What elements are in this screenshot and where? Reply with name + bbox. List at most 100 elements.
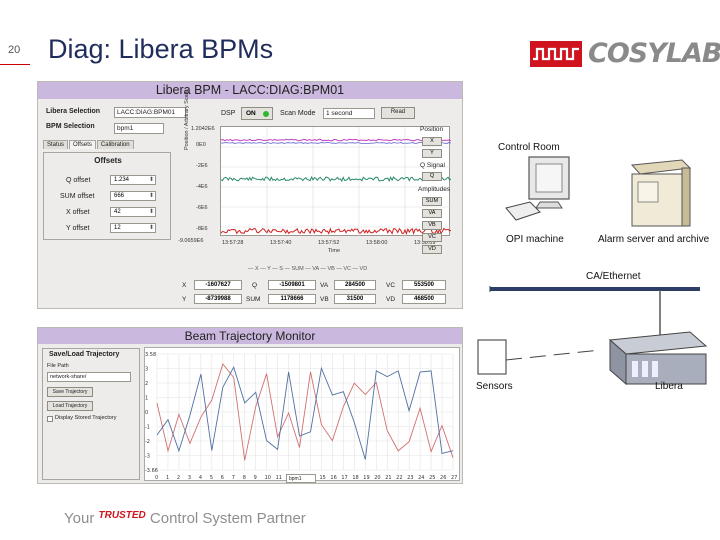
readout-label: VA <box>320 282 329 289</box>
x-offset-stepper[interactable]: 42 <box>110 207 156 217</box>
readout-label: Q <box>252 282 258 289</box>
trajectory-series-blue <box>156 366 454 460</box>
scan-mode-label: Scan Mode <box>280 110 316 117</box>
sum-offset-label: SUM offset <box>60 193 95 200</box>
bpm-plot-y-tick: 0E0 <box>196 142 206 148</box>
scan-mode-dropdown[interactable]: 1 second <box>323 108 375 119</box>
trajectory-y-tick: -2 <box>145 439 150 445</box>
bpm-plot-x-tick: 13:57:28 <box>222 240 244 246</box>
x-offset-label: X offset <box>66 209 90 216</box>
readout-vc: 553500 <box>402 280 446 290</box>
bpm-plot-y-axis-label: Position / Arbitrary Scale <box>184 90 190 150</box>
trajectory-y-tick: -3 <box>145 454 150 460</box>
tab-offsets[interactable]: Offsets <box>69 140 96 149</box>
save-load-title: Save/Load Trajectory <box>49 351 120 358</box>
amplitudes-label: Amplitudes <box>418 186 451 193</box>
display-stored-checkbox[interactable] <box>47 416 53 422</box>
bpm-plot-legend: — X — Y — S — SUM — VA — VB — VC — VD <box>248 266 368 272</box>
trajectory-x-tick: 7 <box>232 475 235 481</box>
bpm-plot-y-tick: -9.0659E6 <box>178 238 204 244</box>
trajectory-x-tick: 16 <box>330 475 336 481</box>
slide-title: Diag: Libera BPMs <box>48 34 274 64</box>
trajectory-x-tick: 25 <box>429 475 435 481</box>
read-button[interactable]: Read <box>381 107 415 119</box>
amplitude-vd-button[interactable]: VD <box>422 245 442 254</box>
trajectory-plot: 3.583210-1-2-3-3.66 01234567891011121314… <box>144 347 460 481</box>
bpm-selection-label: BPM Selection <box>46 123 95 130</box>
readout-vb: 31500 <box>334 294 376 304</box>
tagline-suffix: Control System Partner <box>149 510 306 527</box>
readout-label: VB <box>320 296 329 303</box>
bpm-plot-y-tick: 1.2042E6 <box>191 126 215 132</box>
readout-label: SUM <box>246 296 261 303</box>
trajectory-x-tick: 2 <box>177 475 180 481</box>
trajectory-x-tick: 1 <box>166 475 169 481</box>
libera-bpm-window: Libera BPM - LACC:DIAG:BPM01 Libera Sele… <box>37 81 463 309</box>
readout-label: VD <box>386 296 396 303</box>
tab-calibration[interactable]: Calibration <box>96 140 134 149</box>
trajectory-x-tick: 26 <box>440 475 446 481</box>
libera-bpm-titlebar: Libera BPM - LACC:DIAG:BPM01 <box>38 82 462 99</box>
position-x-button[interactable]: X <box>422 137 442 146</box>
series-red <box>220 226 452 235</box>
slide: 20 Diag: Libera BPMs COSYLAB Libera BPM … <box>0 0 720 540</box>
bpm-selection-dropdown[interactable]: bpm1 <box>114 123 164 134</box>
q-signal-label: Q Signal <box>420 162 445 169</box>
cosylab-logo: COSYLAB <box>530 38 720 69</box>
libera-selection-dropdown[interactable]: LACC:DIAG:BPM01 <box>114 107 186 118</box>
tab-status[interactable]: Status <box>43 140 69 149</box>
display-stored-label: Display Stored Trajectory <box>55 415 117 421</box>
trajectory-x-tick: 21 <box>385 475 391 481</box>
trajectory-y-tick: 1 <box>145 396 148 402</box>
q-signal-button[interactable]: Q <box>422 172 442 181</box>
load-trajectory-button[interactable]: Load Trajectory <box>47 401 93 411</box>
readout-label: Y <box>182 296 187 303</box>
save-trajectory-button[interactable]: Save Trajectory <box>47 387 93 397</box>
trajectory-x-tick: 18 <box>352 475 358 481</box>
amplitude-vb-button[interactable]: VB <box>422 221 442 230</box>
trajectory-x-tick: 22 <box>396 475 402 481</box>
trajectory-x-tick: 4 <box>199 475 202 481</box>
beam-trajectory-window: Beam Trajectory Monitor Save/Load Trajec… <box>37 327 463 484</box>
readout-va: 284500 <box>334 280 376 290</box>
y-offset-label: Y offset <box>66 225 90 232</box>
trajectory-x-tick: 17 <box>341 475 347 481</box>
position-y-button[interactable]: Y <box>422 149 442 158</box>
trajectory-x-tick: 20 <box>374 475 380 481</box>
tagline-prefix: Your <box>64 510 95 527</box>
readout-vd: 468500 <box>402 294 446 304</box>
bpm-plot-x-tick: 13:57:40 <box>270 240 292 246</box>
trajectory-x-tick: 0 <box>155 475 158 481</box>
libera-device-icon <box>608 331 708 386</box>
dsp-label: DSP <box>221 110 236 117</box>
amplitude-va-button[interactable]: VA <box>422 209 442 218</box>
q-offset-stepper[interactable]: 1.234 <box>110 175 156 185</box>
file-path-input[interactable]: network-share/ <box>47 372 131 382</box>
readout-y: -8739988 <box>194 294 242 304</box>
slide-number-underline <box>0 64 30 65</box>
y-offset-stepper[interactable]: 12 <box>110 223 156 233</box>
logo-mark-icon <box>530 40 582 67</box>
bpm-position-plot <box>220 126 452 237</box>
readout-q: -1509801 <box>268 280 316 290</box>
amplitude-vc-button[interactable]: VC <box>422 233 442 242</box>
trajectory-x-tick: 5 <box>210 475 213 481</box>
trajectory-x-tick: 6 <box>221 475 224 481</box>
trajectory-x-tick: 23 <box>407 475 413 481</box>
amplitude-sum-button[interactable]: SUM <box>422 197 442 206</box>
ca-ethernet-label: CA/Ethernet <box>586 271 641 282</box>
bpm-plot-y-tick: -4E6 <box>196 184 208 190</box>
trajectory-x-tick: 10 <box>265 475 271 481</box>
offsets-tabs: Status Offsets Calibration <box>43 140 135 149</box>
trajectory-y-tick: 2 <box>145 381 148 387</box>
trajectory-y-tick: 3.58 <box>145 352 156 358</box>
offsets-title: Offsets <box>94 156 122 165</box>
sum-offset-stepper[interactable]: 666 <box>110 191 156 201</box>
offsets-group: Offsets Q offset 1.234 SUM offset 666 X … <box>43 152 171 240</box>
bpm-plot-x-tick: 13:57:52 <box>318 240 340 246</box>
trajectory-y-tick: -3.66 <box>145 468 158 474</box>
trajectory-bpm-select[interactable]: bpm1 <box>286 474 316 483</box>
bpm-plot-x-label: Time <box>328 248 341 254</box>
control-room-label: Control Room <box>498 142 560 153</box>
alarm-server-label: Alarm server and archive <box>598 234 710 245</box>
